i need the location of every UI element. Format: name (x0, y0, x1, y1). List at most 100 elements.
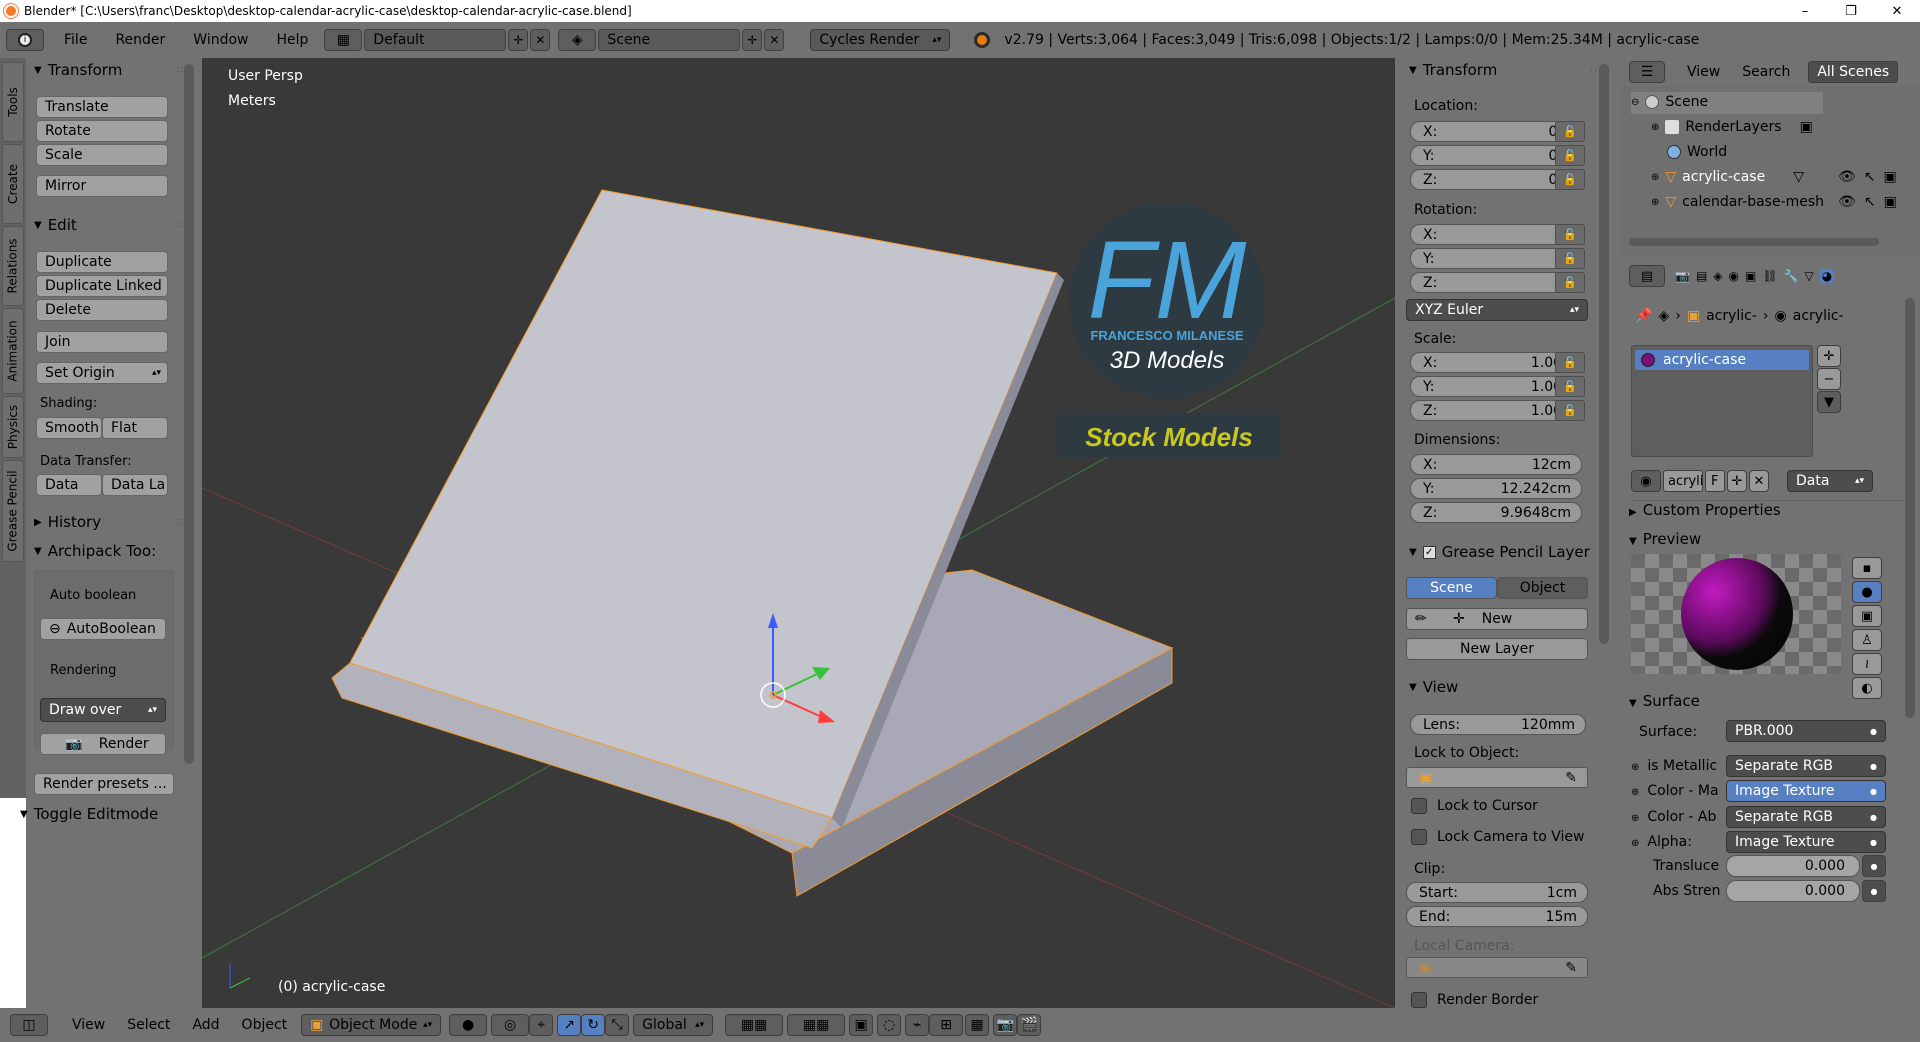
new-material-icon[interactable]: ✛ (1727, 470, 1747, 492)
toggle-editmode-panel-header[interactable]: ▼ Toggle Editmode (12, 802, 158, 826)
data-tab-icon[interactable]: ▽ (1805, 269, 1814, 283)
snap-target-icon[interactable]: ▦ (965, 1014, 990, 1036)
material-slot-list[interactable]: acrylic-case (1631, 345, 1813, 457)
grease-scene-tab[interactable]: Scene (1406, 577, 1497, 599)
lock-icon[interactable]: 🔓 (1555, 145, 1585, 166)
mirror-button[interactable]: Mirror (36, 175, 168, 197)
material-tab-icon[interactable]: ◕ (1819, 269, 1835, 283)
layers-grid-1[interactable]: ▦▦ (725, 1014, 784, 1036)
dimension-x-field[interactable]: X: 12cm (1410, 454, 1582, 475)
menu-select[interactable]: Select (119, 1017, 178, 1033)
preview-header[interactable]: ▼ Preview (1629, 530, 1701, 548)
local-camera-field[interactable]: ▣ ✎ (1406, 957, 1588, 978)
clip-start-field[interactable]: Start: 1cm (1406, 882, 1588, 903)
remove-slot-icon[interactable]: − (1817, 368, 1841, 390)
outliner-scene[interactable]: ⊖ Scene (1631, 94, 1708, 110)
unlink-material-icon[interactable]: ✕ (1749, 470, 1769, 492)
abs-stren-slider[interactable]: 0.000 (1726, 880, 1860, 902)
grease-new-button[interactable]: ✏ ✛ New (1406, 608, 1588, 630)
menu-render[interactable]: Render (107, 32, 173, 48)
pin-icon[interactable]: 📌 (1635, 308, 1652, 324)
archipack-panel-header[interactable]: ▼ Archipack Too: (26, 539, 156, 563)
display-mode-select[interactable]: All Scenes (1808, 61, 1899, 83)
expand-icon[interactable]: ⊕ (1651, 197, 1659, 208)
lens-field[interactable]: Lens: 120mm (1410, 714, 1586, 735)
render-tab-icon[interactable]: 📷 (1675, 269, 1690, 283)
tab-animation[interactable]: Animation (2, 308, 24, 394)
input-3-select[interactable]: Image Texture ● (1726, 831, 1886, 853)
lock-camera-checkbox[interactable] (1411, 829, 1427, 845)
menu-window[interactable]: Window (185, 32, 256, 48)
translate-button[interactable]: Translate (36, 96, 168, 118)
tab-tools[interactable]: Tools (2, 62, 24, 142)
menu-object[interactable]: Object (234, 1017, 296, 1033)
render-engine-select[interactable]: Cycles Render ▴▾ (810, 29, 951, 51)
smooth-button[interactable]: Smooth (36, 417, 102, 439)
link-data-select[interactable]: Data ▴▾ (1787, 470, 1873, 492)
render-presets-button[interactable]: Render presets ... (34, 773, 174, 795)
outliner-editor-icon[interactable]: ☰ (1629, 61, 1665, 83)
grease-checkbox[interactable]: ✓ (1422, 545, 1436, 559)
rotate-manipulator-icon[interactable]: ↻ (581, 1014, 606, 1036)
expand-icon[interactable]: ⊕ (1651, 122, 1659, 133)
lock-icon[interactable]: 🔓 (1555, 224, 1585, 245)
camera-render-icon[interactable]: ▣ (1884, 194, 1897, 210)
camera-render-icon[interactable]: ▣ (1884, 169, 1897, 185)
lock-icon[interactable]: 🔓 (1555, 169, 1585, 190)
collapse-icon[interactable]: ⊖ (1631, 97, 1639, 108)
outliner-acrylic-case[interactable]: ⊕ ▽ acrylic-case ▽ 👁 ↖ ▣ (1651, 169, 1897, 185)
material-slot-item[interactable]: acrylic-case (1635, 350, 1809, 370)
outliner-search-menu[interactable]: Search (1742, 64, 1790, 80)
outliner-calendar-base-mesh[interactable]: ⊕ ▽ calendar-base-mesh 👁 ↖ ▣ (1651, 194, 1897, 210)
maximize-button[interactable]: ❐ (1828, 0, 1874, 22)
link-dot-icon[interactable]: ● (1862, 855, 1886, 877)
remove-screen-icon[interactable]: ✕ (530, 29, 551, 51)
transform-panel-header[interactable]: ▼ Transform (26, 58, 122, 82)
dimension-y-field[interactable]: Y: 12.242cm (1410, 478, 1582, 499)
eye-icon[interactable]: 👁 (1838, 194, 1856, 210)
set-origin-dropdown[interactable]: Set Origin ▴▾ (36, 362, 168, 384)
properties-scrollbar[interactable] (1905, 298, 1915, 718)
minimize-button[interactable]: – (1782, 0, 1828, 22)
tab-create[interactable]: Create (2, 144, 24, 224)
lock-to-cursor-checkbox[interactable] (1411, 798, 1427, 814)
clip-end-field[interactable]: End: 15m (1406, 906, 1588, 927)
outliner-renderlayers[interactable]: ⊕ RenderLayers ▣ (1651, 119, 1813, 135)
rotate-button[interactable]: Rotate (36, 120, 168, 142)
scene-icon[interactable]: ◈ (558, 29, 597, 51)
screen-layout-icon[interactable]: ▦ (324, 29, 363, 51)
cursor-select-icon[interactable]: ↖ (1864, 194, 1876, 210)
properties-editor-icon[interactable]: ▤ (1629, 265, 1665, 287)
toolshelf-scrollbar[interactable] (184, 64, 194, 764)
editor-type-icon[interactable]: ◫ (10, 1014, 48, 1036)
scene-tab-icon[interactable]: ◈ (1713, 269, 1722, 283)
n-transform-header[interactable]: ▼ Transform (1401, 58, 1497, 82)
viewport-shading-icon[interactable]: ● (449, 1014, 488, 1036)
constraints-tab-icon[interactable]: ⛓ (1762, 269, 1777, 283)
draw-over-select[interactable]: Draw over ▴▾ (40, 698, 166, 722)
modifiers-tab-icon[interactable]: 🔧 (1784, 269, 1799, 283)
viewport-canvas[interactable]: FM FRANCESCO MILANESE 3D Models Stock Mo… (202, 58, 1395, 1008)
outliner-hscrollbar[interactable] (1629, 238, 1879, 246)
input-2-select[interactable]: Separate RGB ● (1726, 806, 1886, 828)
fake-user-button[interactable]: F (1705, 470, 1725, 492)
lock-icon[interactable]: 🔓 (1555, 272, 1585, 293)
data-transfer-button[interactable]: Data (36, 474, 102, 496)
close-button[interactable]: ✕ (1874, 0, 1920, 22)
material-name-field[interactable]: acryli (1663, 470, 1703, 492)
snap-toggle-icon[interactable]: ⌁ (905, 1014, 930, 1036)
duplicate-linked-button[interactable]: Duplicate Linked (36, 275, 168, 297)
lock-icon[interactable]: 🔓 (1555, 400, 1585, 421)
proportional-edit-icon[interactable]: ◌ (877, 1014, 902, 1036)
menu-file[interactable]: File (56, 32, 95, 48)
npanel-scrollbar[interactable] (1599, 64, 1609, 644)
data-layout-button[interactable]: Data La (102, 474, 168, 496)
input-0-select[interactable]: Separate RGB ● (1726, 755, 1886, 777)
render-opengl-icon[interactable]: 📷 (993, 1014, 1018, 1036)
slot-menu-icon[interactable]: ▼ (1817, 391, 1841, 413)
eyedropper-icon[interactable]: ✎ (1565, 960, 1577, 976)
duplicate-button[interactable]: Duplicate (36, 251, 168, 273)
surface-header[interactable]: ▼ Surface (1629, 692, 1700, 710)
screen-layout-field[interactable]: Default (364, 29, 507, 51)
orientation-select[interactable]: Global ▴▾ (633, 1014, 714, 1036)
